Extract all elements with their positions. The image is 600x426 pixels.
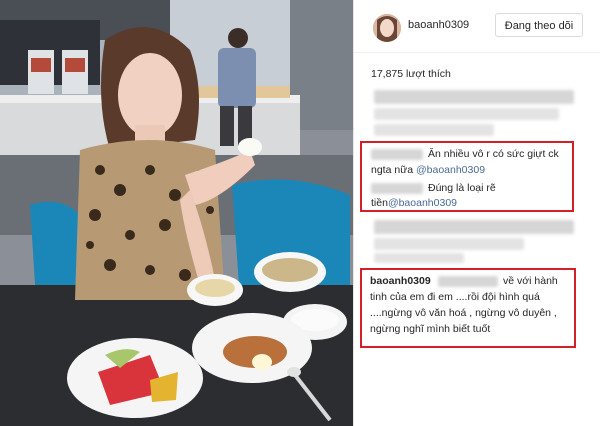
reply-author[interactable]: baoanh0309 [370,275,431,287]
mention-link[interactable]: @baoanh0309 [388,197,457,209]
blurred-comment [374,90,574,104]
comment-text: ngta nữa @baoanh0309 [371,164,485,176]
following-button[interactable]: Đang theo dõi [495,13,583,37]
blurred-username [438,276,498,287]
blurred-username [371,183,423,194]
likes-count[interactable]: 17,875 lượt thích [371,68,451,80]
blurred-comment [374,124,494,136]
reply-text: về với hành [503,275,558,287]
mention-link[interactable]: @baoanh0309 [416,164,485,176]
blurred-username [371,149,423,160]
post-image [0,0,353,426]
blurred-comment [374,253,464,263]
blurred-comment [374,238,524,250]
comment-text: tiền@baoanh0309 [371,197,457,209]
blurred-comment [374,220,574,234]
reply-text: ....ngừng vô văn hoá , ngừng vô duyên , [370,307,557,319]
comments-panel: baoanh0309 Đang theo dõi 17,875 lượt thí… [353,0,600,426]
comment-text: Đúng là loại rẽ [428,182,496,194]
avatar-image [373,14,401,42]
header-username[interactable]: baoanh0309 [408,19,469,31]
comment-text: Ăn nhiều vô r có sức giựt ck [428,148,559,160]
comment-text-prefix: tiền [371,197,388,209]
avatar[interactable] [373,14,401,42]
post-header: baoanh0309 Đang theo dõi [354,0,600,53]
reply-text: tinh của em đi em ....rồi đội hình quá [370,291,540,303]
post-photo [0,0,353,426]
comment-text-prefix: ngta nữa [371,164,416,176]
reply-text: ngừng nghĩ mình biết tuốt [370,323,491,335]
blurred-comment [374,108,559,120]
